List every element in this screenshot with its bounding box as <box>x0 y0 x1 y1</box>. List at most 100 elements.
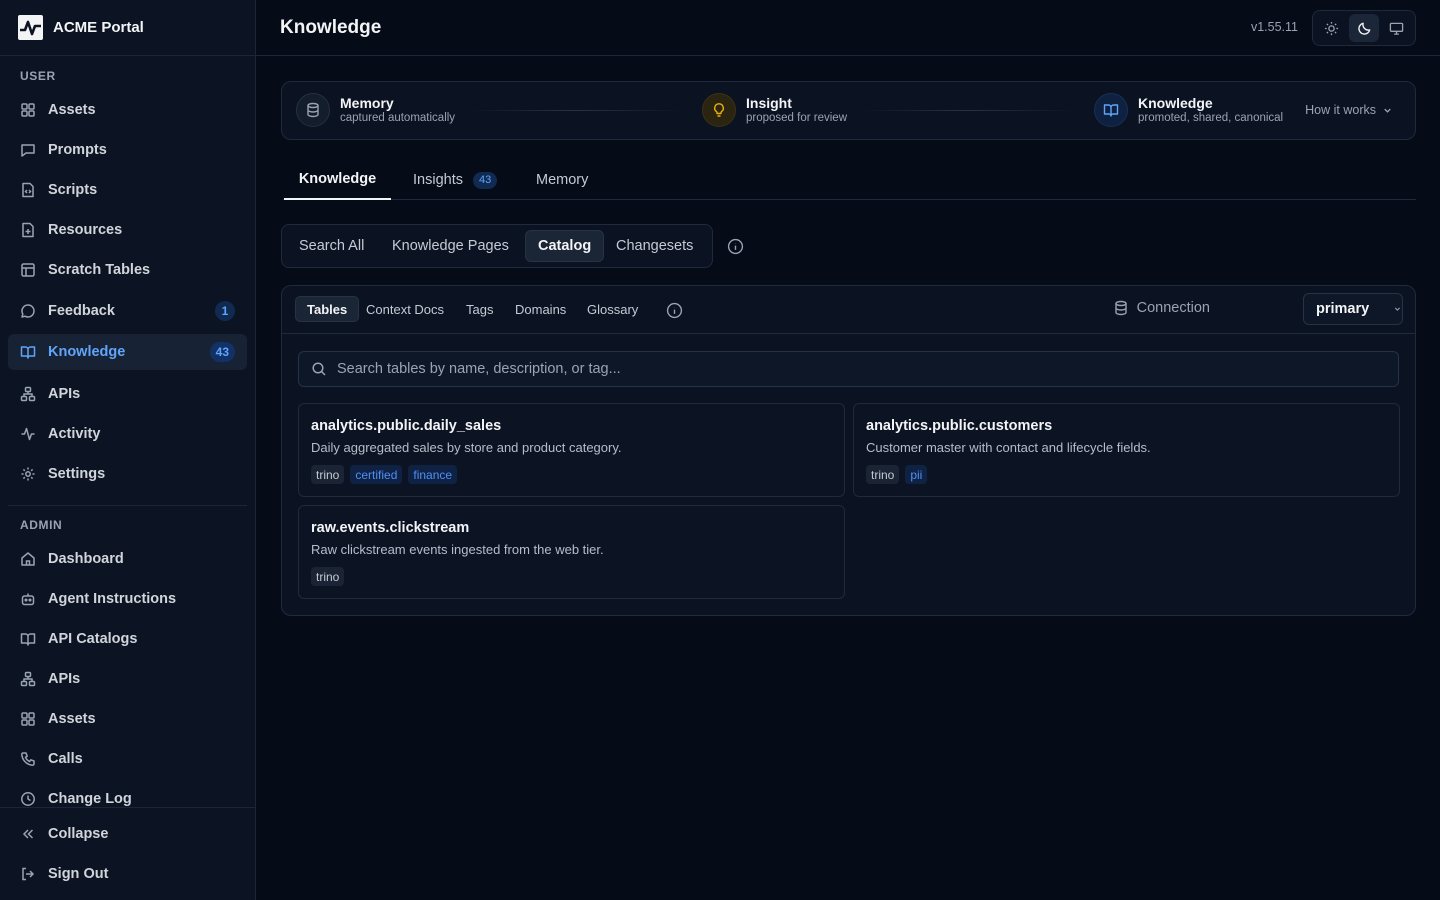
view-label: Search All <box>299 238 365 254</box>
tab-insights[interactable]: Insights 43 <box>413 160 498 200</box>
search-input[interactable] <box>337 361 1398 377</box>
sidebar-item-settings[interactable]: Settings <box>8 456 247 492</box>
sidebar-item-dashboard[interactable]: Dashboard <box>8 541 247 577</box>
view-label: Knowledge Pages <box>392 238 509 254</box>
tag[interactable]: trino <box>311 567 345 586</box>
sign-out-label: Sign Out <box>48 866 109 882</box>
table-icon <box>21 263 35 277</box>
sidebar-item-label: Assets <box>48 711 96 727</box>
network-icon <box>20 671 36 687</box>
sidebar-item-apis[interactable]: APIs <box>8 376 247 412</box>
collapse-button[interactable]: Collapse <box>8 816 247 852</box>
search-icon <box>312 362 326 376</box>
sidebar-item-feedback[interactable]: Feedback 1 <box>8 293 247 329</box>
system-theme-button[interactable] <box>1381 14 1412 42</box>
book-open-icon <box>20 633 36 646</box>
table-name: analytics.public.daily_sales <box>311 418 502 434</box>
subtab-label: Context Docs <box>366 301 445 317</box>
section-title-admin: ADMIN <box>20 518 63 532</box>
stage-subtitle: proposed for review <box>746 111 847 124</box>
pipeline-connector <box>862 110 1074 111</box>
info-icon <box>666 302 682 318</box>
catalog-toolbar: Tables Context Docs Tags Domains Glossar… <box>282 286 1415 334</box>
sidebar-item-api-catalogs[interactable]: API Catalogs <box>8 621 247 657</box>
activity-icon <box>21 427 35 441</box>
message-square-icon <box>21 144 35 157</box>
home-icon <box>21 552 35 566</box>
sidebar-item-agent-instructions[interactable]: Agent Instructions <box>8 581 247 617</box>
sidebar-item-label: APIs <box>48 671 81 687</box>
monitor-icon <box>1389 22 1404 35</box>
tag[interactable]: certified <box>350 465 403 484</box>
table-card[interactable]: analytics.public.customers Customer mast… <box>853 403 1400 497</box>
dark-theme-button[interactable] <box>1348 14 1380 42</box>
table-card[interactable]: analytics.public.daily_sales Daily aggre… <box>298 403 845 497</box>
sidebar: ACME Portal USER Assets Prompts Scripts … <box>0 0 256 900</box>
tag-list: trino pii <box>866 465 1387 484</box>
brand[interactable]: ACME Portal <box>0 0 255 56</box>
view-search-all[interactable]: Search All <box>287 230 376 262</box>
sidebar-item-label: Scripts <box>48 182 98 198</box>
connection-label-text: Connection <box>1136 300 1210 316</box>
subtab-glossary[interactable]: Glossary <box>576 296 649 322</box>
table-search <box>298 351 1399 387</box>
insights-count-badge: 43 <box>472 171 498 189</box>
tab-knowledge[interactable]: Knowledge <box>284 160 391 200</box>
subtab-tables[interactable]: Tables <box>295 296 360 322</box>
pipeline-connector <box>470 110 682 111</box>
sidebar-item-scratch-tables[interactable]: Scratch Tables <box>8 252 247 288</box>
sign-out-button[interactable]: Sign Out <box>8 856 247 892</box>
tag[interactable]: pii <box>905 465 928 484</box>
sidebar-item-label: Agent Instructions <box>48 591 177 607</box>
tag[interactable]: finance <box>408 465 458 484</box>
tab-memory[interactable]: Memory <box>536 160 588 200</box>
stage-title: Insight <box>746 94 792 111</box>
moon-icon <box>1357 22 1370 35</box>
subtab-label: Tables <box>307 301 348 317</box>
tag[interactable]: trino <box>866 465 900 484</box>
knowledge-count-badge: 43 <box>209 342 235 362</box>
sidebar-item-activity[interactable]: Activity <box>8 416 247 452</box>
database-icon <box>1114 300 1127 316</box>
view-catalog[interactable]: Catalog <box>525 230 605 262</box>
sidebar-item-calls[interactable]: Calls <box>8 741 247 777</box>
stage-icon-wrap <box>1094 93 1128 127</box>
table-description: Raw clickstream events ingested from the… <box>311 542 604 557</box>
subtab-context-docs[interactable]: Context Docs <box>355 296 455 322</box>
view-info-button[interactable] <box>725 236 745 256</box>
how-it-works-label: How it works <box>1305 103 1376 117</box>
app-name: ACME Portal <box>53 19 144 36</box>
clock-icon <box>21 792 35 806</box>
catalog-info-button[interactable] <box>664 300 684 320</box>
tag[interactable]: trino <box>311 465 345 484</box>
table-card[interactable]: raw.events.clickstream Raw clickstream e… <box>298 505 845 599</box>
sidebar-item-label: Calls <box>48 751 83 767</box>
sidebar-item-admin-apis[interactable]: APIs <box>8 661 247 697</box>
sun-icon <box>1324 21 1338 35</box>
sidebar-item-label: API Catalogs <box>48 631 138 647</box>
view-knowledge-pages[interactable]: Knowledge Pages <box>380 230 521 262</box>
top-bar: Knowledge v1.55.11 <box>256 0 1440 56</box>
stage-subtitle: promoted, shared, canonical <box>1138 111 1284 124</box>
sidebar-item-label: APIs <box>48 386 81 402</box>
sidebar-item-label: Resources <box>48 222 123 238</box>
stage-icon-wrap <box>296 93 330 127</box>
stage-title: Knowledge <box>1138 94 1213 111</box>
sidebar-item-resources[interactable]: Resources <box>8 212 247 248</box>
sidebar-item-knowledge[interactable]: Knowledge 43 <box>8 334 247 370</box>
sidebar-item-assets[interactable]: Assets <box>8 92 247 128</box>
sidebar-item-prompts[interactable]: Prompts <box>8 132 247 168</box>
sidebar-item-label: Feedback <box>48 303 115 319</box>
how-it-works-button[interactable]: How it works <box>1305 103 1393 117</box>
view-changesets[interactable]: Changesets <box>604 230 705 262</box>
sidebar-item-admin-assets[interactable]: Assets <box>8 701 247 737</box>
sidebar-item-label: Prompts <box>48 142 107 158</box>
logo-icon <box>18 15 43 40</box>
subtab-domains[interactable]: Domains <box>504 296 577 322</box>
stage-subtitle: captured automatically <box>340 111 456 124</box>
gear-icon <box>21 467 35 481</box>
light-theme-button[interactable] <box>1316 14 1347 42</box>
sidebar-item-scripts[interactable]: Scripts <box>8 172 247 208</box>
subtab-tags[interactable]: Tags <box>455 296 504 322</box>
connection-select[interactable]: primary <box>1303 293 1403 325</box>
